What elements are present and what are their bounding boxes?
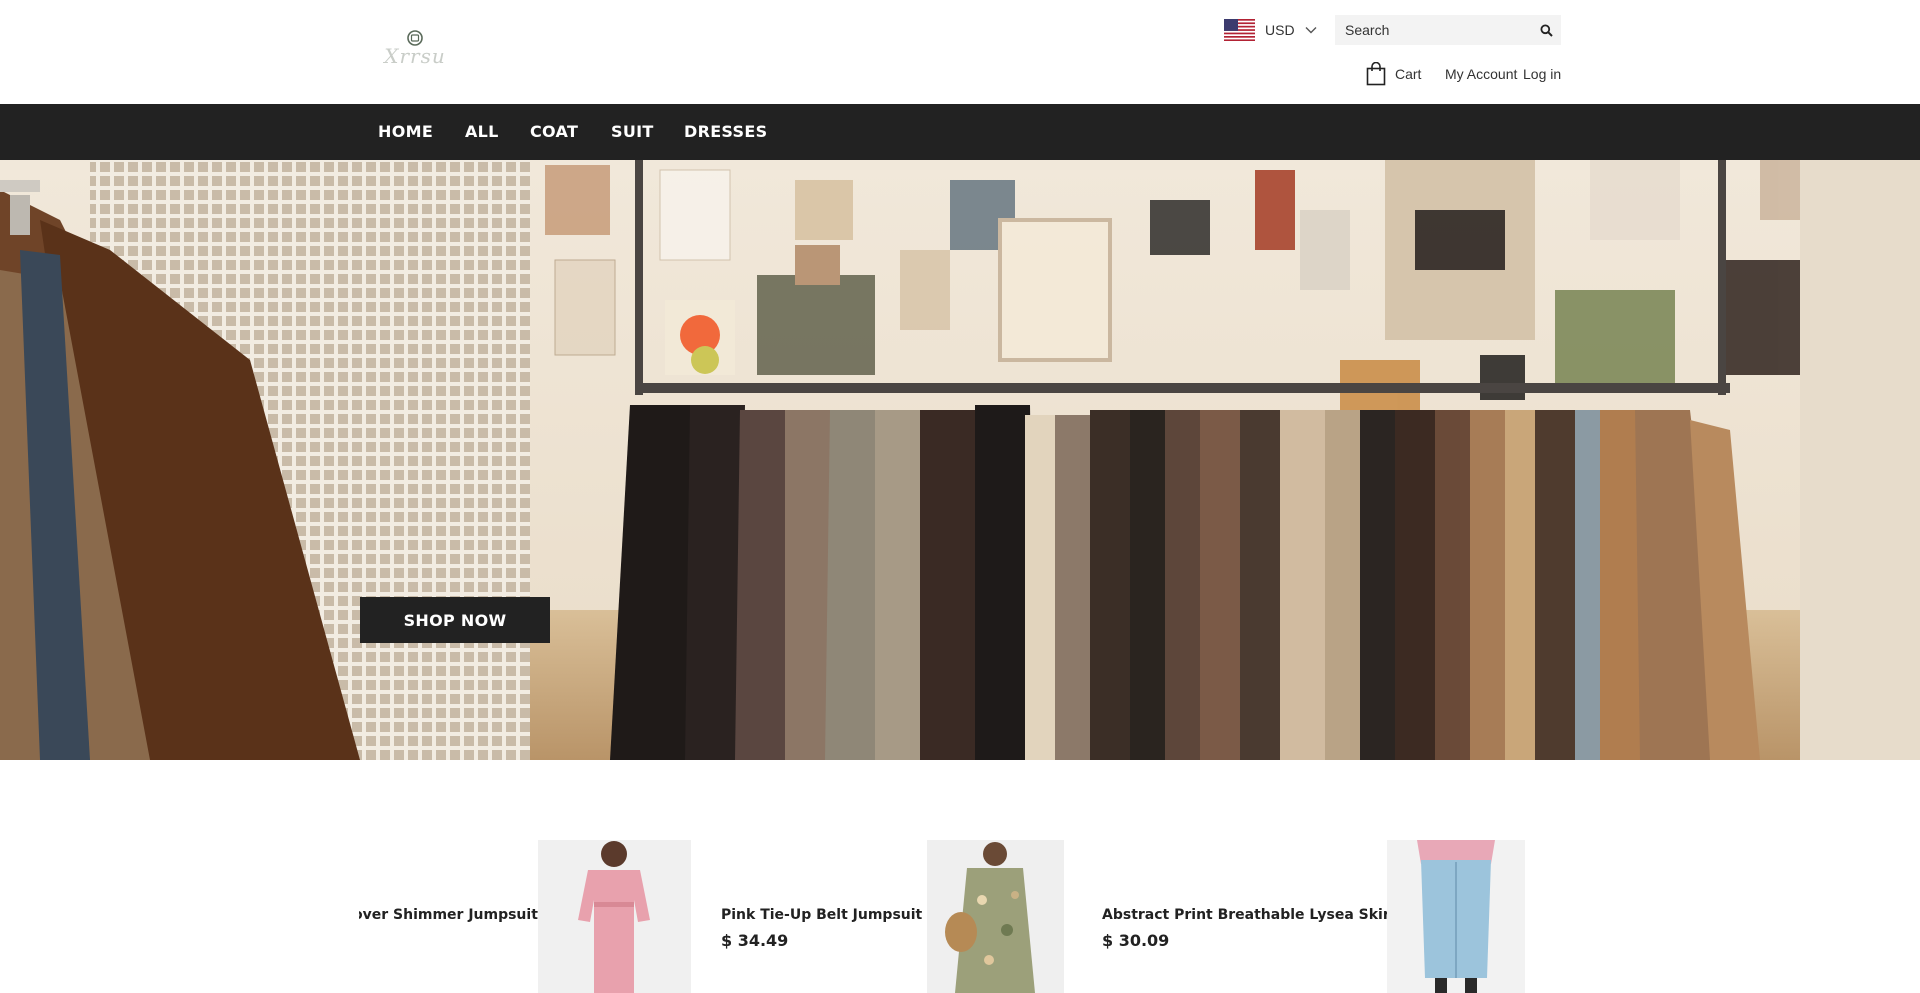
main-nav: HOME ALL COAT SUIT DRESSES (0, 104, 1920, 160)
search-input[interactable] (1335, 15, 1531, 45)
product-photo (927, 840, 1064, 993)
shopping-bag-icon (1366, 62, 1386, 86)
search-icon (1540, 24, 1553, 37)
currency-selector[interactable]: USD (1224, 18, 1317, 42)
product-image-print-skirt[interactable] (927, 840, 1064, 993)
logo-text: Xrrsu (384, 44, 446, 68)
product-price: $ 34.49 (721, 931, 789, 950)
login-link[interactable]: Log in (1523, 66, 1561, 82)
site-header: Xrrsu USD Cart (0, 0, 1920, 104)
product-carousel: over Shimmer Jumpsuit Pink Tie-Up Belt J… (359, 840, 1561, 993)
nav-item-dresses[interactable]: DRESSES (684, 122, 767, 141)
cart-label: Cart (1395, 66, 1422, 82)
nav-item-suit[interactable]: SUIT (611, 122, 654, 141)
nav-item-home[interactable]: HOME (378, 122, 433, 141)
my-account-link[interactable]: My Account (1445, 66, 1517, 82)
logo[interactable]: Xrrsu (384, 30, 446, 72)
product-title[interactable]: Abstract Print Breathable Lysea Skirt (1102, 907, 1396, 923)
product-photo (538, 840, 691, 993)
product-image-denim-skirt[interactable] (1387, 840, 1525, 993)
chevron-down-icon (1305, 27, 1317, 34)
search-button[interactable] (1531, 15, 1561, 45)
product-carousel-section: over Shimmer Jumpsuit Pink Tie-Up Belt J… (0, 760, 1920, 993)
hero-banner: SHOP NOW (0, 160, 1920, 760)
nav-item-all[interactable]: ALL (465, 122, 499, 141)
nav-item-coat[interactable]: COAT (530, 122, 578, 141)
product-image-pink-jumpsuit[interactable] (538, 840, 691, 993)
hero-image (0, 160, 1920, 760)
product-title[interactable]: over Shimmer Jumpsuit (359, 907, 538, 923)
search-box (1335, 15, 1561, 45)
product-price: $ 30.09 (1102, 931, 1170, 950)
product-title[interactable]: Pink Tie-Up Belt Jumpsuit (721, 907, 922, 923)
shop-now-button[interactable]: SHOP NOW (360, 597, 550, 643)
cart-link[interactable]: Cart (1366, 62, 1421, 86)
currency-code: USD (1265, 22, 1295, 38)
product-photo (1387, 840, 1525, 993)
us-flag-icon (1224, 19, 1255, 41)
